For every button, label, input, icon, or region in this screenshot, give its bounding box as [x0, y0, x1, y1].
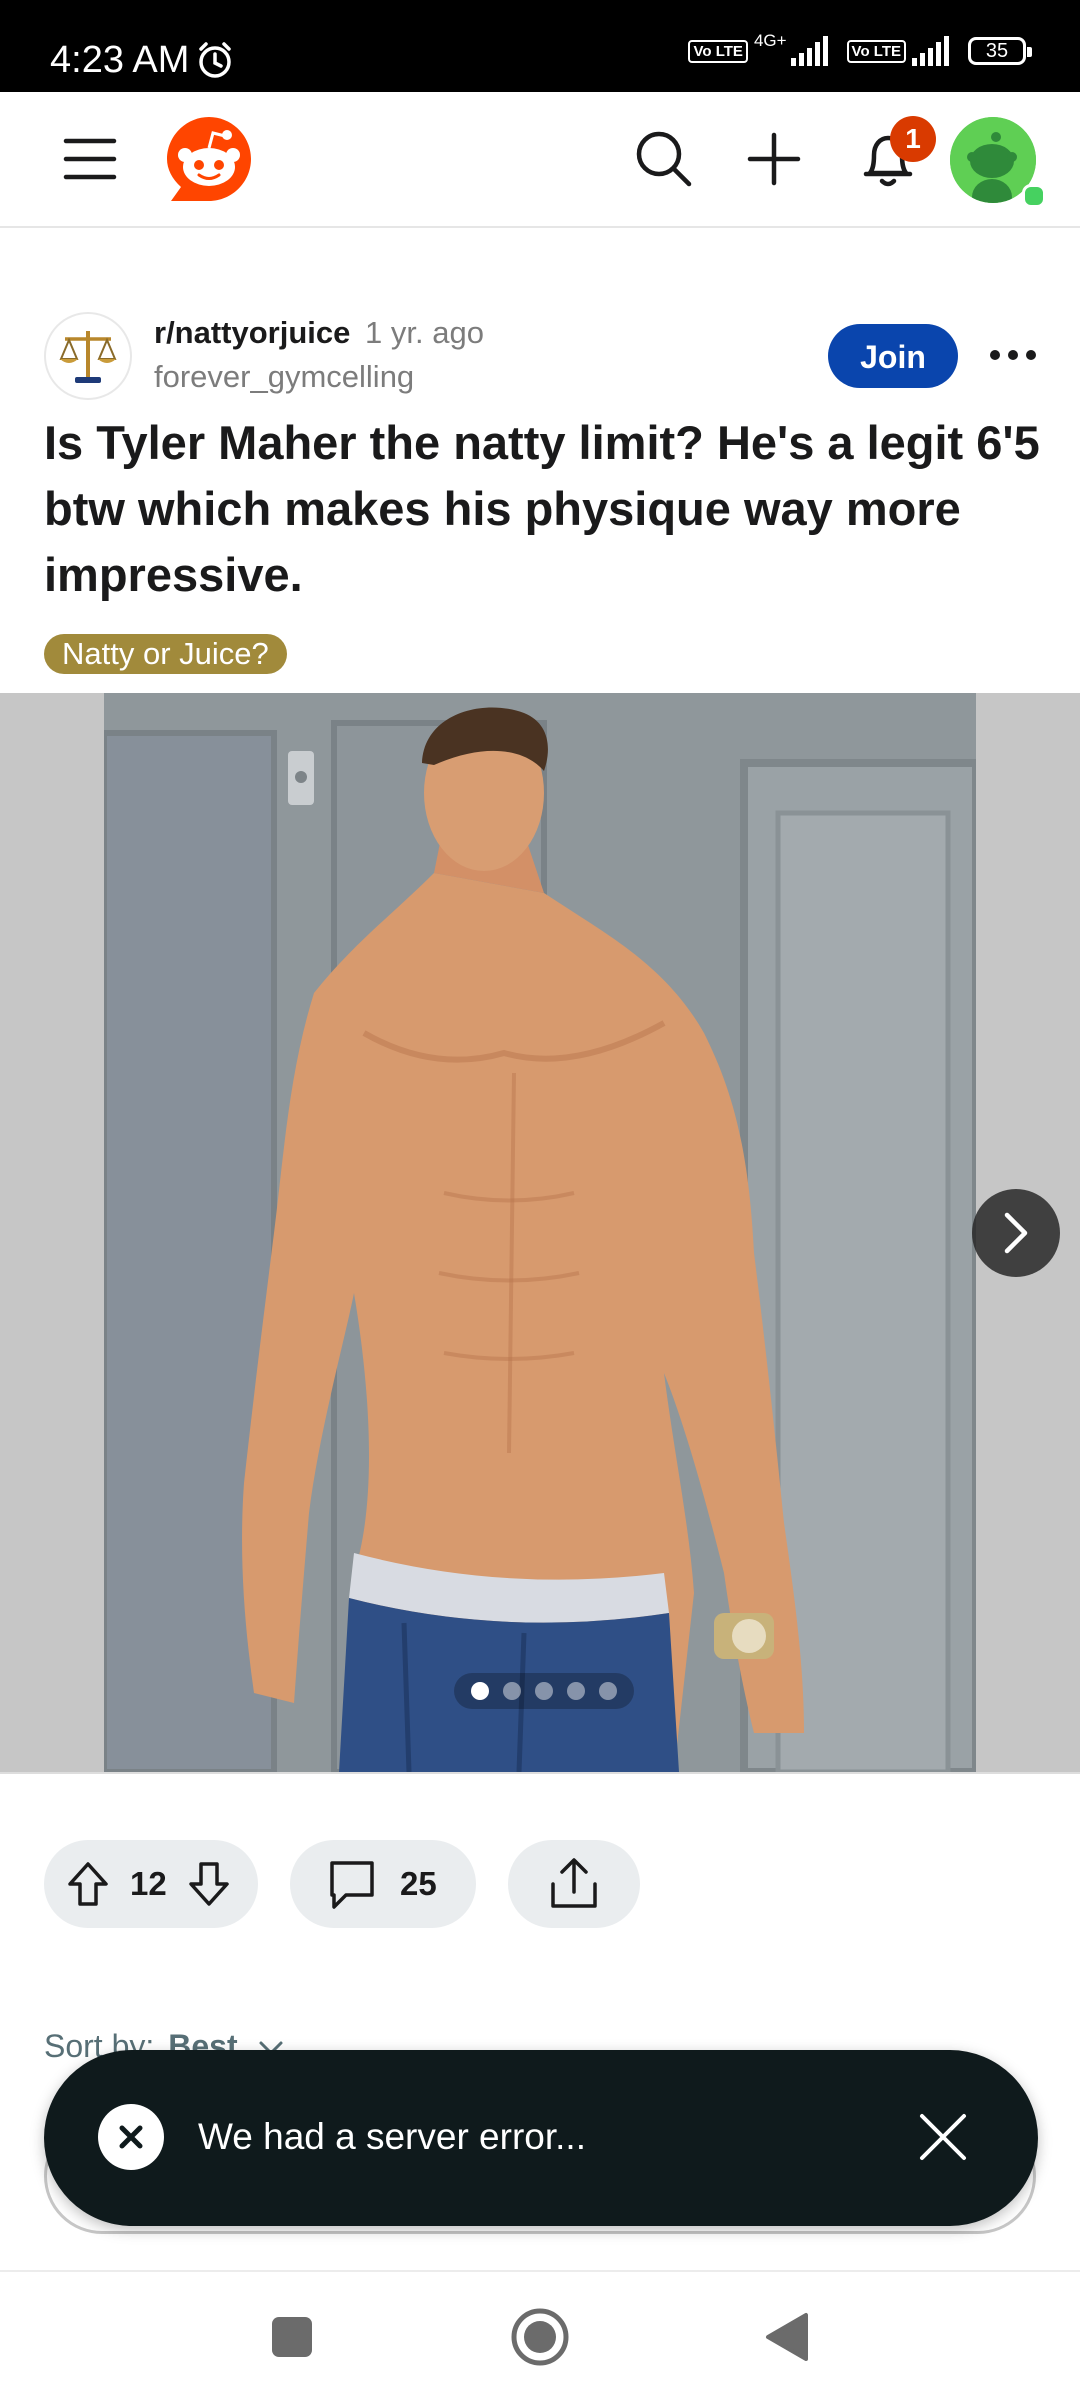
downvote-icon — [188, 1862, 229, 1906]
gallery-dot — [535, 1682, 553, 1700]
signal-icon-2 — [912, 36, 952, 66]
square-icon — [272, 2317, 312, 2357]
upvote-button[interactable] — [66, 1860, 110, 1908]
search-icon — [636, 131, 692, 187]
toast-message: We had a server error... — [198, 2116, 586, 2157]
menu-icon — [63, 138, 117, 180]
network-type: 4G+ — [753, 31, 787, 50]
more-dot — [1026, 350, 1036, 360]
more-options-button[interactable] — [990, 330, 1036, 380]
menu-button[interactable] — [50, 92, 130, 226]
join-button[interactable]: Join — [828, 324, 958, 388]
post-title[interactable]: Is Tyler Maher the natty limit? He's a l… — [44, 410, 1044, 608]
home-circle-icon — [511, 2308, 569, 2366]
close-icon — [920, 2114, 966, 2160]
gallery-indicator — [454, 1673, 634, 1709]
search-button[interactable] — [626, 92, 702, 226]
more-dot — [1008, 350, 1018, 360]
notification-badge: 1 — [890, 116, 936, 162]
signal-icon — [790, 36, 831, 66]
alarm-icon — [195, 40, 235, 85]
app-header: 1 — [0, 92, 1080, 228]
volte-indicator: Vo LTE — [688, 39, 748, 63]
downvote-button[interactable] — [187, 1860, 231, 1908]
upvote-icon — [68, 1862, 108, 1906]
next-image-button[interactable] — [972, 1189, 1060, 1277]
more-dot — [990, 350, 1000, 360]
subreddit-icon[interactable] — [44, 312, 132, 400]
gallery-dot — [567, 1682, 585, 1700]
system-nav-bar — [0, 2270, 1080, 2402]
vote-bar: 12 — [44, 1840, 258, 1928]
status-bar: 4:23 AM Vo LTE 4G+ Vo LTE 35 — [0, 0, 1080, 92]
status-time: 4:23 AM — [50, 39, 190, 81]
battery-icon: 35 — [968, 37, 1032, 65]
share-button[interactable] — [508, 1840, 640, 1928]
vote-count: 12 — [130, 1865, 167, 1902]
comments-button[interactable]: 25 — [290, 1840, 476, 1928]
gallery-dot — [599, 1682, 617, 1700]
toast-close-button[interactable] — [910, 2104, 976, 2170]
scales-icon — [59, 331, 117, 383]
chevron-right-icon — [1004, 1212, 1028, 1254]
post-photo-illustration — [104, 693, 976, 1772]
subreddit-name[interactable]: r/nattyorjuice — [154, 315, 350, 350]
gallery-dot — [503, 1682, 521, 1700]
error-toast: We had a server error... — [44, 2050, 1038, 2226]
reddit-logo-icon — [167, 117, 251, 201]
post-media-gallery[interactable] — [0, 693, 1080, 1774]
reddit-logo[interactable] — [162, 92, 256, 226]
gallery-dot-active — [471, 1682, 489, 1700]
post-age: 1 yr. ago — [365, 315, 484, 350]
recents-button[interactable] — [257, 2302, 327, 2372]
post-flair[interactable]: Natty or Juice? — [44, 634, 287, 674]
create-post-button[interactable] — [738, 92, 810, 226]
error-icon — [98, 2104, 164, 2170]
comment-count: 25 — [400, 1865, 437, 1902]
volte-indicator-2: Vo LTE — [846, 39, 906, 63]
share-icon — [551, 1858, 597, 1908]
post-image[interactable] — [104, 693, 976, 1772]
plus-icon — [747, 132, 801, 186]
back-button[interactable] — [752, 2302, 822, 2372]
home-button[interactable] — [505, 2302, 575, 2372]
comment-icon — [326, 1857, 378, 1911]
online-status-dot — [1022, 184, 1046, 208]
post-author[interactable]: forever_gymcelling — [154, 358, 414, 396]
back-triangle-icon — [766, 2313, 808, 2361]
